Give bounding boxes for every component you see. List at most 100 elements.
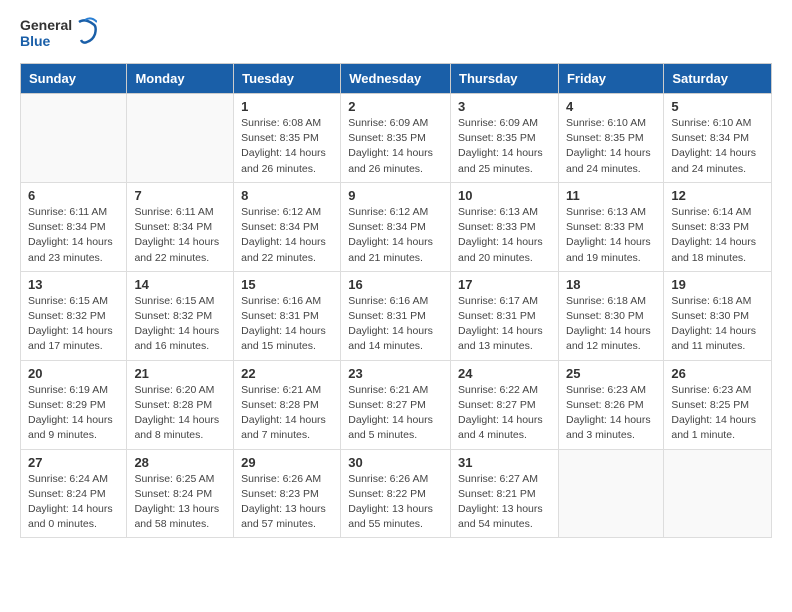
day-info-8: Sunrise: 6:12 AM Sunset: 8:34 PM Dayligh… <box>241 205 333 266</box>
cell-3-2: 14 Sunrise: 6:15 AM Sunset: 8:32 PM Dayli… <box>127 271 234 360</box>
cell-3-3: 15 Sunrise: 6:16 AM Sunset: 8:31 PM Dayli… <box>234 271 341 360</box>
cell-1-2 <box>127 94 234 183</box>
day-info-20: Sunrise: 6:19 AM Sunset: 8:29 PM Dayligh… <box>28 383 119 444</box>
day-info-19: Sunrise: 6:18 AM Sunset: 8:30 PM Dayligh… <box>671 294 764 355</box>
day-number-14: 14 <box>134 277 226 292</box>
cell-2-7: 12 Sunrise: 6:14 AM Sunset: 8:33 PM Dayli… <box>664 182 772 271</box>
day-number-10: 10 <box>458 188 551 203</box>
header-monday: Monday <box>127 64 234 94</box>
cell-3-5: 17 Sunrise: 6:17 AM Sunset: 8:31 PM Dayli… <box>451 271 559 360</box>
day-info-1: Sunrise: 6:08 AM Sunset: 8:35 PM Dayligh… <box>241 116 333 177</box>
day-number-6: 6 <box>28 188 119 203</box>
day-number-1: 1 <box>241 99 333 114</box>
day-info-14: Sunrise: 6:15 AM Sunset: 8:32 PM Dayligh… <box>134 294 226 355</box>
day-number-18: 18 <box>566 277 656 292</box>
day-info-5: Sunrise: 6:10 AM Sunset: 8:34 PM Dayligh… <box>671 116 764 177</box>
day-info-28: Sunrise: 6:25 AM Sunset: 8:24 PM Dayligh… <box>134 472 226 533</box>
day-number-20: 20 <box>28 366 119 381</box>
day-number-12: 12 <box>671 188 764 203</box>
header-thursday: Thursday <box>451 64 559 94</box>
day-number-4: 4 <box>566 99 656 114</box>
day-info-24: Sunrise: 6:22 AM Sunset: 8:27 PM Dayligh… <box>458 383 551 444</box>
day-number-15: 15 <box>241 277 333 292</box>
day-number-2: 2 <box>348 99 443 114</box>
day-number-21: 21 <box>134 366 226 381</box>
cell-4-2: 21Sunrise: 6:20 AM Sunset: 8:28 PM Dayli… <box>127 360 234 449</box>
cell-2-5: 10 Sunrise: 6:13 AM Sunset: 8:33 PM Dayli… <box>451 182 559 271</box>
day-info-25: Sunrise: 6:23 AM Sunset: 8:26 PM Dayligh… <box>566 383 656 444</box>
day-info-31: Sunrise: 6:27 AM Sunset: 8:21 PM Dayligh… <box>458 472 551 533</box>
cell-1-4: 2Sunrise: 6:09 AM Sunset: 8:35 PM Daylig… <box>341 94 451 183</box>
header-saturday: Saturday <box>664 64 772 94</box>
cell-2-6: 11Sunrise: 6:13 AM Sunset: 8:33 PM Dayli… <box>558 182 663 271</box>
day-info-4: Sunrise: 6:10 AM Sunset: 8:35 PM Dayligh… <box>566 116 656 177</box>
day-number-11: 11 <box>566 188 656 203</box>
day-info-23: Sunrise: 6:21 AM Sunset: 8:27 PM Dayligh… <box>348 383 443 444</box>
day-number-7: 7 <box>134 188 226 203</box>
header: General Blue <box>20 16 772 51</box>
calendar-table: SundayMondayTuesdayWednesdayThursdayFrid… <box>20 63 772 538</box>
cell-3-7: 19 Sunrise: 6:18 AM Sunset: 8:30 PM Dayli… <box>664 271 772 360</box>
cell-4-6: 25 Sunrise: 6:23 AM Sunset: 8:26 PM Dayli… <box>558 360 663 449</box>
day-info-29: Sunrise: 6:26 AM Sunset: 8:23 PM Dayligh… <box>241 472 333 533</box>
cell-4-4: 23 Sunrise: 6:21 AM Sunset: 8:27 PM Dayli… <box>341 360 451 449</box>
week-row-3: 13Sunrise: 6:15 AM Sunset: 8:32 PM Dayli… <box>21 271 772 360</box>
day-number-30: 30 <box>348 455 443 470</box>
cell-5-7 <box>664 449 772 538</box>
day-number-17: 17 <box>458 277 551 292</box>
cell-5-5: 31 Sunrise: 6:27 AM Sunset: 8:21 PM Dayli… <box>451 449 559 538</box>
cell-1-3: 1 Sunrise: 6:08 AM Sunset: 8:35 PM Daylig… <box>234 94 341 183</box>
day-number-31: 31 <box>458 455 551 470</box>
page-container: General Blue SundayMondayTuesdayWednesda… <box>0 0 792 554</box>
header-wednesday: Wednesday <box>341 64 451 94</box>
cell-2-2: 7 Sunrise: 6:11 AM Sunset: 8:34 PM Daylig… <box>127 182 234 271</box>
week-row-5: 27 Sunrise: 6:24 AM Sunset: 8:24 PM Dayli… <box>21 449 772 538</box>
day-info-7: Sunrise: 6:11 AM Sunset: 8:34 PM Dayligh… <box>134 205 226 266</box>
day-number-8: 8 <box>241 188 333 203</box>
logo-wave-icon <box>75 16 97 51</box>
day-number-24: 24 <box>458 366 551 381</box>
cell-3-6: 18Sunrise: 6:18 AM Sunset: 8:30 PM Dayli… <box>558 271 663 360</box>
day-number-19: 19 <box>671 277 764 292</box>
day-number-25: 25 <box>566 366 656 381</box>
cell-5-3: 29 Sunrise: 6:26 AM Sunset: 8:23 PM Dayli… <box>234 449 341 538</box>
cell-2-1: 6Sunrise: 6:11 AM Sunset: 8:34 PM Daylig… <box>21 182 127 271</box>
day-info-26: Sunrise: 6:23 AM Sunset: 8:25 PM Dayligh… <box>671 383 764 444</box>
day-info-12: Sunrise: 6:14 AM Sunset: 8:33 PM Dayligh… <box>671 205 764 266</box>
header-sunday: Sunday <box>21 64 127 94</box>
day-number-3: 3 <box>458 99 551 114</box>
day-number-22: 22 <box>241 366 333 381</box>
cell-3-4: 16 Sunrise: 6:16 AM Sunset: 8:31 PM Dayli… <box>341 271 451 360</box>
day-number-27: 27 <box>28 455 119 470</box>
day-number-5: 5 <box>671 99 764 114</box>
cell-1-1 <box>21 94 127 183</box>
day-number-9: 9 <box>348 188 443 203</box>
week-row-2: 6 Sunrise: 6:11 AM Sunset: 8:34 PM Daylig… <box>21 182 772 271</box>
header-tuesday: Tuesday <box>234 64 341 94</box>
cell-2-4: 9 Sunrise: 6:12 AM Sunset: 8:34 PM Daylig… <box>341 182 451 271</box>
week-row-1: 1 Sunrise: 6:08 AM Sunset: 8:35 PM Daylig… <box>21 94 772 183</box>
cell-5-2: 28Sunrise: 6:25 AM Sunset: 8:24 PM Dayli… <box>127 449 234 538</box>
cell-5-4: 30 Sunrise: 6:26 AM Sunset: 8:22 PM Dayli… <box>341 449 451 538</box>
day-info-17: Sunrise: 6:17 AM Sunset: 8:31 PM Dayligh… <box>458 294 551 355</box>
header-friday: Friday <box>558 64 663 94</box>
cell-5-6 <box>558 449 663 538</box>
day-info-16: Sunrise: 6:16 AM Sunset: 8:31 PM Dayligh… <box>348 294 443 355</box>
week-row-4: 20 Sunrise: 6:19 AM Sunset: 8:29 PM Dayli… <box>21 360 772 449</box>
logo-text: General Blue <box>20 16 97 51</box>
day-number-16: 16 <box>348 277 443 292</box>
day-info-15: Sunrise: 6:16 AM Sunset: 8:31 PM Dayligh… <box>241 294 333 355</box>
day-number-23: 23 <box>348 366 443 381</box>
day-info-9: Sunrise: 6:12 AM Sunset: 8:34 PM Dayligh… <box>348 205 443 266</box>
day-number-29: 29 <box>241 455 333 470</box>
cell-4-1: 20 Sunrise: 6:19 AM Sunset: 8:29 PM Dayli… <box>21 360 127 449</box>
day-info-30: Sunrise: 6:26 AM Sunset: 8:22 PM Dayligh… <box>348 472 443 533</box>
day-info-10: Sunrise: 6:13 AM Sunset: 8:33 PM Dayligh… <box>458 205 551 266</box>
logo: General Blue <box>20 16 97 51</box>
day-info-3: Sunrise: 6:09 AM Sunset: 8:35 PM Dayligh… <box>458 116 551 177</box>
cell-1-5: 3 Sunrise: 6:09 AM Sunset: 8:35 PM Daylig… <box>451 94 559 183</box>
logo-blue: Blue <box>20 34 72 49</box>
day-info-27: Sunrise: 6:24 AM Sunset: 8:24 PM Dayligh… <box>28 472 119 533</box>
cell-4-5: 24 Sunrise: 6:22 AM Sunset: 8:27 PM Dayli… <box>451 360 559 449</box>
cell-4-3: 22Sunrise: 6:21 AM Sunset: 8:28 PM Dayli… <box>234 360 341 449</box>
